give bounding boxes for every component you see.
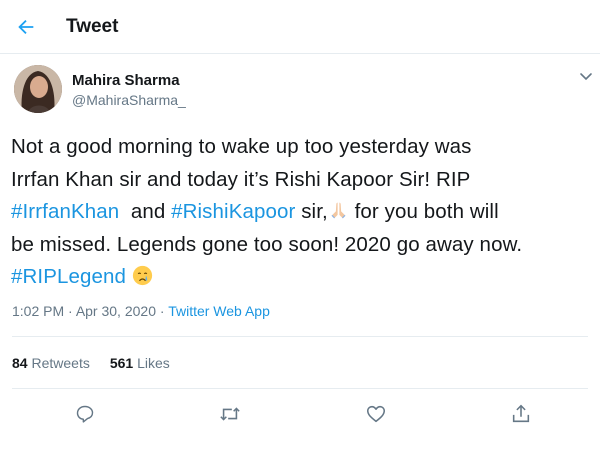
tweet-line: #RIPLegend bbox=[11, 261, 596, 294]
retweet-button[interactable] bbox=[218, 402, 242, 426]
retweet-icon bbox=[220, 407, 240, 421]
likes-count: 561 bbox=[109, 355, 134, 371]
tweet-text-fragment: sir, bbox=[295, 200, 328, 223]
tweet-line: be missed. Legends gone too soon! 2020 g… bbox=[11, 232, 523, 256]
crying-face-emoji bbox=[132, 265, 152, 286]
divider bbox=[12, 336, 588, 337]
hashtag-link[interactable]: #IrrfanKhan bbox=[11, 200, 119, 223]
back-button[interactable] bbox=[8, 9, 44, 45]
avatar-image bbox=[14, 65, 62, 113]
tweet-time[interactable]: 1:02 PM bbox=[12, 303, 64, 319]
tweet-menu-button[interactable] bbox=[578, 68, 594, 84]
tweet-header: Tweet bbox=[0, 0, 600, 54]
retweets-label: Retweets bbox=[31, 355, 90, 371]
likes-label: Likes bbox=[137, 355, 170, 371]
share-button[interactable] bbox=[509, 402, 533, 426]
like-button[interactable] bbox=[364, 402, 388, 426]
tweet-meta: 1:02 PM · Apr 30, 2020 · Twitter Web App bbox=[12, 303, 270, 319]
tweet-text: Not a good morning to wake up too yester… bbox=[11, 131, 596, 294]
author-name[interactable]: Mahira Sharma bbox=[72, 72, 180, 89]
retweets-stat[interactable]: 84 Retweets bbox=[12, 355, 90, 371]
tweet-text-fragment: for you both will bbox=[348, 200, 499, 223]
tweet-line: Not a good morning to wake up too yester… bbox=[11, 135, 472, 158]
avatar[interactable] bbox=[14, 65, 62, 113]
tweet-stats: 84 Retweets 561 Likes bbox=[12, 355, 190, 371]
divider bbox=[12, 388, 588, 389]
likes-stat[interactable]: 561 Likes bbox=[110, 355, 170, 371]
tweet-line: #IrrfanKhan and #RishiKapoor sir, for yo… bbox=[11, 196, 596, 229]
meta-separator: · bbox=[64, 303, 76, 319]
like-icon bbox=[366, 405, 386, 423]
tweet-text-fragment: and bbox=[119, 200, 172, 223]
meta-separator: · bbox=[155, 303, 169, 319]
back-arrow-icon bbox=[18, 19, 34, 35]
folded-hands-emoji bbox=[331, 202, 346, 219]
reply-button[interactable] bbox=[73, 402, 97, 426]
author-handle[interactable]: @MahiraSharma_ bbox=[72, 92, 186, 108]
tweet-date[interactable]: Apr 30, 2020 bbox=[76, 303, 156, 319]
chevron-down-icon bbox=[580, 73, 592, 81]
share-icon bbox=[512, 404, 530, 423]
tweet-line: Irrfan Khan sir and today it’s Rishi Kap… bbox=[11, 167, 471, 191]
hashtag-link[interactable]: #RIPLegend bbox=[11, 265, 126, 288]
reply-icon bbox=[76, 405, 94, 423]
retweets-count: 84 bbox=[12, 355, 28, 371]
hashtag-link[interactable]: #RishiKapoor bbox=[171, 200, 295, 223]
tweet-source-link[interactable]: Twitter Web App bbox=[168, 303, 270, 319]
page-title: Tweet bbox=[66, 16, 119, 37]
